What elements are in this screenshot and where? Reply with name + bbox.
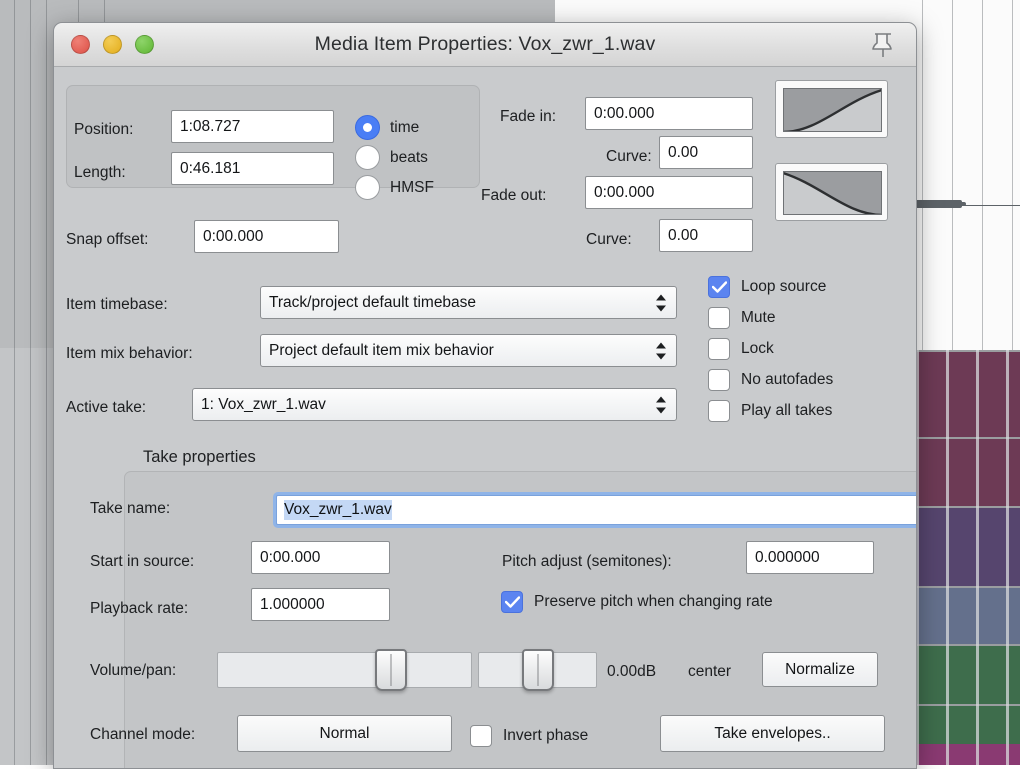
chevron-up-down-icon	[655, 341, 667, 360]
fade-in-curve-icon[interactable]	[775, 80, 888, 138]
take-name-input[interactable]: Vox_zwr_1.wav	[276, 495, 916, 525]
checkbox-loop-source[interactable]: Loop source	[708, 276, 826, 298]
window-controls	[54, 35, 154, 54]
pitch-adjust-label: Pitch adjust (semitones):	[502, 553, 672, 570]
checkbox-no-autofades[interactable]: No autofades	[708, 369, 833, 391]
take-envelopes-button[interactable]: Take envelopes..	[660, 715, 885, 752]
item-mix-behavior-select[interactable]: Project default item mix behavior	[260, 334, 677, 367]
radio-hmsf-circle[interactable]	[355, 175, 380, 200]
checkbox-lock-box[interactable]	[708, 338, 730, 360]
radio-time[interactable]: time	[355, 115, 419, 140]
radio-time-label: time	[390, 118, 420, 136]
fade-out-curve-label: Curve:	[586, 231, 632, 248]
length-label: Length:	[74, 164, 126, 181]
item-timebase-select[interactable]: Track/project default timebase	[260, 286, 677, 319]
pan-slider[interactable]	[478, 649, 597, 691]
grid-line	[30, 0, 31, 765]
lane-grid-line	[976, 350, 979, 765]
volume-pan-label: Volume/pan:	[90, 662, 177, 679]
checkbox-invert-phase[interactable]: Invert phase	[470, 725, 588, 747]
pan-value: center	[688, 663, 732, 680]
checkbox-play-all-takes-box[interactable]	[708, 400, 730, 422]
pushpin-icon[interactable]	[870, 31, 896, 59]
snap-offset-input[interactable]: 0:00.000	[194, 220, 339, 253]
radio-time-circle[interactable]	[355, 115, 380, 140]
pan-slider-thumb[interactable]	[522, 649, 554, 691]
zoom-button[interactable]	[135, 35, 154, 54]
radio-hmsf[interactable]: HMSF	[355, 175, 434, 200]
normalize-button[interactable]: Normalize	[762, 652, 878, 687]
item-mix-behavior-value: Project default item mix behavior	[269, 341, 494, 359]
chevron-up-down-icon	[655, 293, 667, 312]
radio-beats[interactable]: beats	[355, 145, 428, 170]
position-label: Position:	[74, 121, 134, 138]
grid-line	[46, 0, 47, 765]
radio-beats-circle[interactable]	[355, 145, 380, 170]
checkbox-loop-source-label: Loop source	[741, 278, 827, 295]
active-take-select[interactable]: 1: Vox_zwr_1.wav	[192, 388, 677, 421]
start-in-source-label: Start in source:	[90, 553, 195, 570]
take-name-value: Vox_zwr_1.wav	[284, 500, 392, 520]
close-button[interactable]	[71, 35, 90, 54]
fade-out-input[interactable]: 0:00.000	[585, 176, 753, 209]
fade-out-label: Fade out:	[481, 187, 547, 204]
checkbox-mute[interactable]: Mute	[708, 307, 775, 329]
fade-out-curve-input[interactable]: 0.00	[659, 219, 753, 252]
window-title: Media Item Properties: Vox_zwr_1.wav	[314, 33, 656, 55]
checkbox-mute-box[interactable]	[708, 307, 730, 329]
channel-mode-button[interactable]: Normal	[237, 715, 452, 752]
position-input[interactable]: 1:08.727	[171, 110, 334, 143]
checkbox-loop-source-box[interactable]	[708, 276, 730, 298]
active-take-value: 1: Vox_zwr_1.wav	[201, 395, 326, 413]
lane-grid-line	[1006, 350, 1009, 765]
take-name-field[interactable]: Vox_zwr_1.wav	[273, 492, 916, 528]
channel-mode-label: Channel mode:	[90, 726, 196, 743]
checkbox-preserve-pitch[interactable]: Preserve pitch when changing rate	[501, 591, 773, 613]
snap-offset-label: Snap offset:	[66, 231, 149, 248]
checkbox-no-autofades-label: No autofades	[741, 371, 834, 388]
minimize-button[interactable]	[103, 35, 122, 54]
volume-slider[interactable]	[217, 649, 472, 691]
item-timebase-label: Item timebase:	[66, 296, 168, 313]
active-take-label: Active take:	[66, 399, 147, 416]
fade-in-label: Fade in:	[500, 108, 557, 125]
length-input[interactable]: 0:46.181	[171, 152, 334, 185]
checkbox-invert-phase-box[interactable]	[470, 725, 492, 747]
fade-in-curve-label: Curve:	[606, 148, 652, 165]
media-item-properties-dialog: Media Item Properties: Vox_zwr_1.wav Pos…	[53, 22, 917, 769]
chevron-up-down-icon	[655, 395, 667, 414]
fade-in-curve-input[interactable]: 0.00	[659, 136, 753, 169]
radio-hmsf-label: HMSF	[390, 178, 434, 196]
pitch-adjust-input[interactable]: 0.000000	[746, 541, 874, 574]
radio-beats-label: beats	[390, 148, 428, 166]
volume-slider-thumb[interactable]	[375, 649, 407, 691]
window-title-bar[interactable]: Media Item Properties: Vox_zwr_1.wav	[54, 23, 916, 67]
fade-out-curve-icon[interactable]	[775, 163, 888, 221]
start-in-source-input[interactable]: 0:00.000	[251, 541, 390, 574]
checkbox-lock[interactable]: Lock	[708, 338, 774, 360]
grid-line	[14, 0, 15, 765]
checkbox-invert-phase-label: Invert phase	[503, 727, 589, 744]
checkbox-preserve-pitch-box[interactable]	[501, 591, 523, 613]
lane-grid-line	[946, 350, 949, 765]
playback-rate-input[interactable]: 1.000000	[251, 588, 390, 621]
fade-in-input[interactable]: 0:00.000	[585, 97, 753, 130]
checkbox-mute-label: Mute	[741, 309, 776, 326]
item-mix-behavior-label: Item mix behavior:	[66, 345, 193, 362]
checkbox-lock-label: Lock	[741, 340, 774, 357]
item-timebase-value: Track/project default timebase	[269, 293, 477, 311]
checkbox-no-autofades-box[interactable]	[708, 369, 730, 391]
checkbox-preserve-pitch-label: Preserve pitch when changing rate	[534, 593, 773, 610]
audio-waveform-peak	[936, 202, 966, 206]
playback-rate-label: Playback rate:	[90, 600, 189, 617]
checkbox-play-all-takes[interactable]: Play all takes	[708, 400, 832, 422]
take-properties-legend: Take properties	[143, 448, 256, 466]
checkbox-play-all-takes-label: Play all takes	[741, 402, 833, 419]
take-name-label: Take name:	[90, 500, 171, 517]
volume-db-value: 0.00dB	[607, 663, 657, 680]
